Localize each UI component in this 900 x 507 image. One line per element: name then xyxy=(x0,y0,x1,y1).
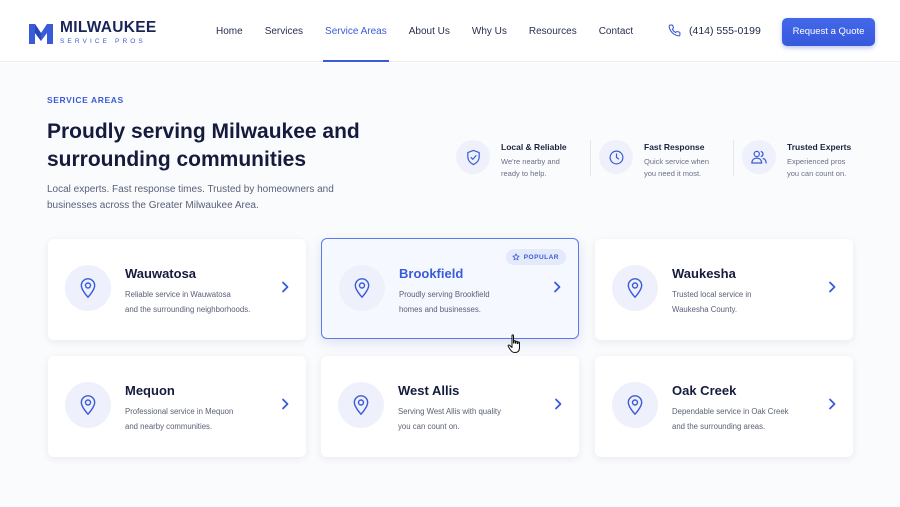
area-card-oak-creek[interactable]: Oak Creek Dependable service in Oak Cree… xyxy=(595,356,853,457)
area-description: Professional service in Mequon xyxy=(125,407,234,416)
chevron-right-icon[interactable] xyxy=(280,398,290,410)
area-description: Reliable service in Wauwatosa xyxy=(125,290,231,299)
nav-why-us[interactable]: Why Us xyxy=(461,0,518,62)
area-description: Serving West Allis with quality xyxy=(398,407,501,416)
popular-badge: POPULAR xyxy=(505,249,566,265)
feature-list: Local & Reliable We're nearby and ready … xyxy=(456,140,882,180)
chevron-right-icon[interactable] xyxy=(553,398,563,410)
feature-fast-response: Fast Response Quick service when you nee… xyxy=(590,140,739,180)
feature-title: Fast Response xyxy=(644,142,705,152)
phone-number: (414) 555-0199 xyxy=(689,24,761,37)
feature-desc: Quick service when xyxy=(644,157,710,166)
feature-title: Trusted Experts xyxy=(787,142,852,152)
phone-icon xyxy=(668,24,681,37)
area-description: and the surrounding neighborhoods. xyxy=(125,304,251,314)
phone-link[interactable]: (414) 555-0199 xyxy=(668,24,761,37)
users-icon xyxy=(751,150,767,164)
nav-resources[interactable]: Resources xyxy=(518,0,588,62)
area-description: Trusted local service in xyxy=(672,290,752,299)
feature-desc: ready to help. xyxy=(501,169,547,178)
chevron-right-icon[interactable] xyxy=(552,281,562,293)
nav-service-areas[interactable]: Service Areas xyxy=(314,0,398,62)
area-card-waukesha[interactable]: Waukesha Trusted local service in Waukes… xyxy=(595,239,853,340)
area-description: Dependable service in Oak Creek xyxy=(672,407,789,416)
divider xyxy=(733,140,734,176)
area-description: and the surrounding areas. xyxy=(672,421,766,431)
service-areas-section: SERVICE AREAS Proudly serving Milwaukee … xyxy=(0,63,900,507)
site-header: MILWAUKEE SERVICE PROS Home Services Ser… xyxy=(0,0,900,62)
area-name: Wauwatosa xyxy=(125,266,197,281)
nav-home[interactable]: Home xyxy=(205,0,254,62)
chevron-right-icon[interactable] xyxy=(827,281,837,293)
chevron-right-icon[interactable] xyxy=(280,281,290,293)
area-name: Mequon xyxy=(125,383,175,398)
map-pin-icon xyxy=(354,278,370,299)
logo-mark-icon xyxy=(29,23,53,44)
request-quote-button[interactable]: Request a Quote xyxy=(782,18,875,46)
area-card-wauwatosa[interactable]: Wauwatosa Reliable service in Wauwatosa … xyxy=(48,239,306,340)
main-nav: Home Services Service Areas About Us Why… xyxy=(205,0,644,62)
area-name: Oak Creek xyxy=(672,383,737,398)
feature-trusted-experts: Trusted Experts Experienced pros you can… xyxy=(733,140,882,180)
hand-cursor-icon xyxy=(507,334,520,353)
feature-local-reliable: Local & Reliable We're nearby and ready … xyxy=(456,140,596,180)
feature-desc: Experienced pros xyxy=(787,157,846,166)
map-pin-icon xyxy=(627,395,643,416)
area-card-mequon[interactable]: Mequon Professional service in Mequon an… xyxy=(48,356,306,457)
area-description: Proudly serving Brookfield xyxy=(399,290,490,299)
area-name: Waukesha xyxy=(672,266,736,281)
area-name: West Allis xyxy=(398,383,460,398)
logo-subtitle: SERVICE PROS xyxy=(60,37,146,45)
badge-label: POPULAR xyxy=(523,253,559,261)
nav-services[interactable]: Services xyxy=(254,0,314,62)
intro-text: Local experts. Fast response times. Trus… xyxy=(47,184,334,211)
area-name: Brookfield xyxy=(399,266,464,281)
feature-title: Local & Reliable xyxy=(501,142,567,152)
divider xyxy=(590,140,591,176)
feature-desc: you can count on. xyxy=(787,169,847,178)
section-eyebrow: SERVICE AREAS xyxy=(47,95,124,105)
map-pin-icon xyxy=(80,395,96,416)
area-description: Waukesha County. xyxy=(672,304,738,314)
nav-about-us[interactable]: About Us xyxy=(398,0,461,62)
map-pin-icon xyxy=(80,278,96,299)
shield-check-icon xyxy=(466,149,480,165)
feature-desc: We're nearby and xyxy=(501,157,560,166)
map-pin-icon xyxy=(353,395,369,416)
area-description: you can count on. xyxy=(398,421,460,431)
logo-title: MILWAUKEE xyxy=(60,19,157,36)
feature-desc: you need it most. xyxy=(644,169,702,178)
logo[interactable]: MILWAUKEE SERVICE PROS xyxy=(28,20,157,45)
area-card-west-allis[interactable]: West Allis Serving West Allis with quali… xyxy=(321,356,579,457)
clock-icon xyxy=(609,150,623,164)
page-title: Proudly serving Milwaukee and surroundin… xyxy=(47,120,360,171)
area-description: homes and businesses. xyxy=(399,304,481,314)
chevron-right-icon[interactable] xyxy=(827,398,837,410)
area-card-brookfield[interactable]: POPULAR Brookfield Proudly serving Brook… xyxy=(321,238,579,339)
map-pin-icon xyxy=(627,278,643,299)
star-icon xyxy=(512,253,520,261)
area-description: and nearby communities. xyxy=(125,421,213,431)
nav-contact[interactable]: Contact xyxy=(588,0,644,62)
